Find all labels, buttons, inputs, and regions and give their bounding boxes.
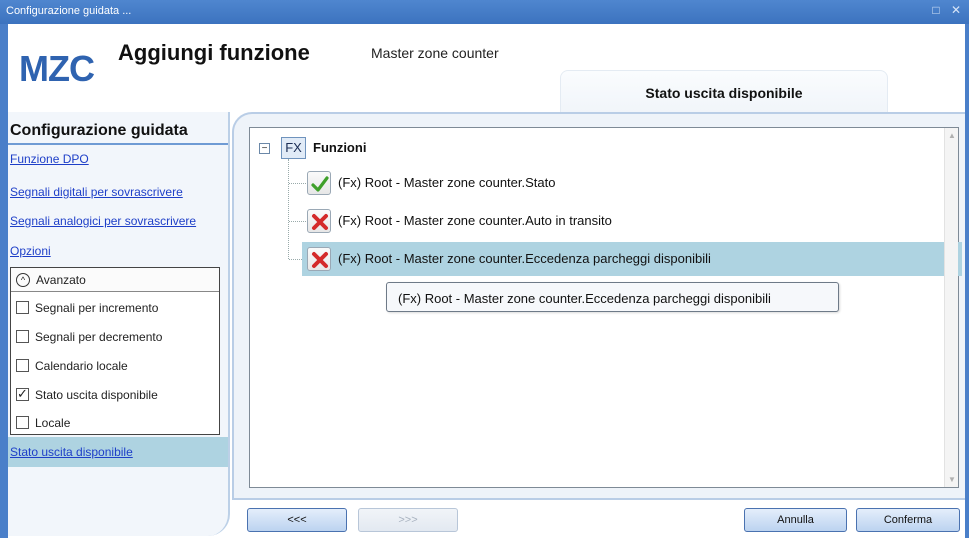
checkbox-label: Segnali per incremento xyxy=(35,301,159,315)
checkbox-label: Locale xyxy=(35,416,71,430)
tree-item[interactable]: (Fx) Root - Master zone counter.Stato xyxy=(302,166,962,200)
checkbox-label: Stato uscita disponibile xyxy=(35,388,158,402)
sidebar-link-funzione-dpo[interactable]: Funzione DPO xyxy=(10,152,89,166)
vertical-scrollbar[interactable]: ▲ ▼ xyxy=(944,128,958,487)
checkbox-checked-icon[interactable] xyxy=(16,386,29,402)
sidebar: Configurazione guidata Funzione DPO Segn… xyxy=(8,112,230,536)
scroll-down-icon[interactable]: ▼ xyxy=(948,475,956,484)
tree-root-label[interactable]: Funzioni xyxy=(313,140,366,155)
tree-item-label: (Fx) Root - Master zone counter.Stato xyxy=(338,175,556,190)
advanced-section: ^ Avanzato Segnali per incremento Segnal… xyxy=(10,267,220,435)
sidebar-divider xyxy=(8,143,228,145)
sidebar-item-selected[interactable]: Stato uscita disponibile xyxy=(8,437,228,467)
checkbox-icon[interactable] xyxy=(16,416,29,429)
page-subtitle: Master zone counter xyxy=(371,45,499,61)
fx-icon: FX xyxy=(281,137,306,159)
forward-button[interactable]: >>> xyxy=(358,508,458,532)
checkbox-icon[interactable] xyxy=(16,359,29,372)
tooltip: (Fx) Root - Master zone counter.Eccedenz… xyxy=(386,282,839,312)
cross-icon xyxy=(307,247,331,271)
sidebar-link-opzioni[interactable]: Opzioni xyxy=(10,244,51,258)
window-controls[interactable]: □ ✕ xyxy=(932,3,965,17)
checkbox-icon[interactable] xyxy=(16,301,29,314)
tree-item[interactable]: (Fx) Root - Master zone counter.Auto in … xyxy=(302,204,962,238)
tooltip-text: (Fx) Root - Master zone counter.Eccedenz… xyxy=(398,291,771,306)
tree-item-label: (Fx) Root - Master zone counter.Eccedenz… xyxy=(338,251,711,266)
tree-connector xyxy=(288,159,289,259)
page-title: Aggiungi funzione xyxy=(118,40,310,65)
confirm-button[interactable]: Conferma xyxy=(856,508,960,532)
tree-collapse-icon[interactable]: − xyxy=(259,143,270,154)
checkbox-icon[interactable] xyxy=(16,330,29,343)
cross-icon xyxy=(307,209,331,233)
tab-label: Stato uscita disponibile xyxy=(645,85,803,101)
checkbox-label: Calendario locale xyxy=(35,359,128,373)
tab-stato-uscita-disponibile[interactable]: Stato uscita disponibile xyxy=(560,70,888,112)
window-frame-right xyxy=(965,24,969,538)
header: MZC Aggiungi funzione Master zone counte… xyxy=(8,24,965,112)
scroll-up-icon[interactable]: ▲ xyxy=(948,131,956,140)
sidebar-heading: Configurazione guidata xyxy=(10,122,188,139)
sidebar-selected-link[interactable]: Stato uscita disponibile xyxy=(10,445,133,459)
advanced-header[interactable]: ^ Avanzato xyxy=(11,268,219,292)
cancel-button[interactable]: Annulla xyxy=(744,508,847,532)
sidebar-link-segnali-analogici[interactable]: Segnali analogici per sovrascrivere xyxy=(10,214,196,228)
window-titlebar: Configurazione guidata ... □ ✕ xyxy=(0,0,969,24)
check-icon xyxy=(307,171,331,195)
checkbox-label: Segnali per decremento xyxy=(35,330,163,344)
sidebar-link-segnali-digitali[interactable]: Segnali digitali per sovrascrivere xyxy=(10,185,183,199)
mzc-logo: MZC xyxy=(19,48,95,89)
back-button[interactable]: <<< xyxy=(247,508,347,532)
collapse-icon[interactable]: ^ xyxy=(16,273,30,287)
advanced-label: Avanzato xyxy=(36,273,86,287)
window-title: Configurazione guidata ... xyxy=(6,5,132,17)
tree-item-label: (Fx) Root - Master zone counter.Auto in … xyxy=(338,213,612,228)
window-frame-left xyxy=(0,24,8,538)
tree-item-selected[interactable]: (Fx) Root - Master zone counter.Eccedenz… xyxy=(302,242,962,276)
